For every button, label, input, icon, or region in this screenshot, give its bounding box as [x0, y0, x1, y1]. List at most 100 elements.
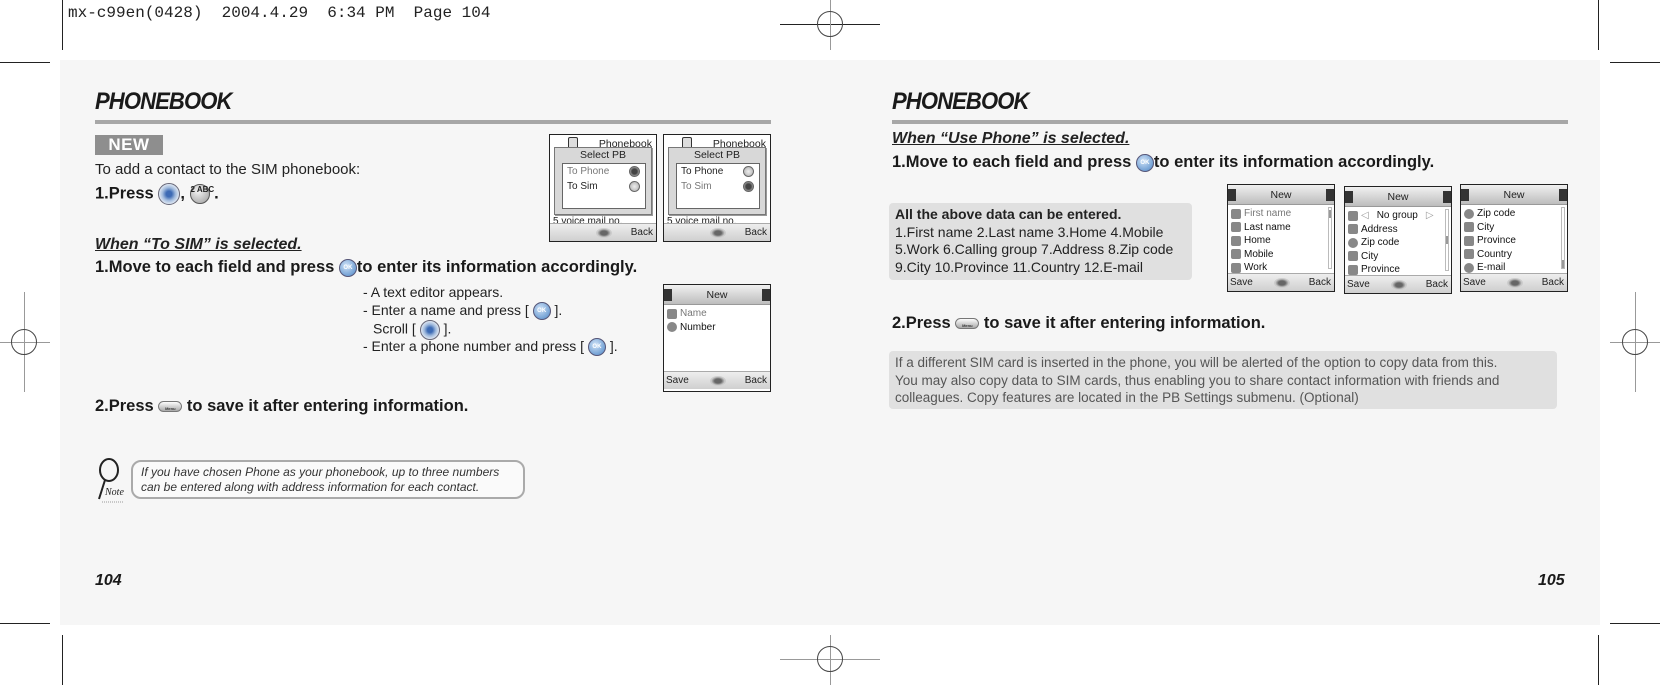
field-home[interactable]: Home [1231, 234, 1332, 248]
page-spread [60, 60, 1600, 625]
nav-icon [710, 228, 726, 238]
new-screen-3: New Zip code City Province Country E-mai… [1460, 184, 1568, 292]
mobile-icon [1231, 249, 1241, 260]
period: . [214, 184, 219, 203]
note-box: If you have chosen Phone as your phonebo… [131, 460, 525, 499]
field-calling-group[interactable]: ◁ No group ▷ [1348, 209, 1449, 223]
nav-icon [596, 228, 612, 238]
info-line: 5.Work 6.Calling group 7.Address 8.Zip c… [895, 241, 1174, 257]
province-icon [1348, 264, 1358, 275]
title-rule [892, 120, 1568, 124]
move-step: 1.Move to each field and press OK to ente… [95, 258, 638, 277]
screen-header: New [1270, 189, 1292, 201]
bullet-enter-number: - Enter a phone number and press [ OK ]. [363, 338, 618, 357]
select-pb-screen-2: Phonebook Select PB To Phone To Sim 5 vo… [663, 134, 771, 242]
select-pb-screen-1: Phonebook Select PB To Phone To Sim 5 vo… [549, 134, 657, 242]
nav-key-icon [158, 183, 181, 205]
option-to-phone[interactable]: To Phone [563, 164, 645, 179]
field-address[interactable]: Address [1348, 223, 1449, 237]
crop-mark [1598, 635, 1599, 685]
scrollbar[interactable] [1561, 207, 1565, 269]
screen-header: New [1503, 189, 1525, 201]
soft-key-back[interactable]: Back [631, 224, 653, 241]
number-field-icon [667, 322, 677, 333]
note-label: Note [105, 487, 124, 498]
zip-icon [1464, 208, 1474, 219]
soft-key-back[interactable]: Back [1542, 274, 1564, 291]
country-icon [1464, 249, 1474, 260]
info-heading: All the above data can be entered. [895, 206, 1122, 222]
scrollbar[interactable] [1328, 207, 1332, 269]
copy-info-line: colleagues. Copy features are located in… [895, 390, 1359, 405]
field-city[interactable]: City [1348, 250, 1449, 264]
crop-mark [1610, 623, 1660, 624]
use-phone-subheading: When “Use Phone” is selected. [892, 130, 1130, 147]
field-zip-code[interactable]: Zip code [1464, 207, 1565, 221]
field-zip-code[interactable]: Zip code [1348, 236, 1449, 250]
bullet-enter-name: - Enter a name and press [ OK ]. [363, 302, 562, 321]
page-number-right: 105 [1538, 572, 1565, 589]
field-number[interactable]: Number [667, 321, 768, 335]
bullet-scroll: Scroll [ ]. [373, 320, 451, 340]
copy-info-line: You may also copy data to SIM cards, thu… [895, 372, 1500, 388]
name-field-icon [1231, 208, 1241, 219]
crop-mark [62, 0, 63, 50]
menu-key-icon: Menu [955, 318, 980, 330]
province-icon [1464, 235, 1474, 246]
field-mobile[interactable]: Mobile [1231, 248, 1332, 262]
field-first-name[interactable]: First name [1231, 207, 1332, 221]
option-to-sim[interactable]: To Sim [563, 179, 645, 194]
soft-key-back[interactable]: Back [1309, 274, 1331, 291]
select-pb-dialog: Select PB To Phone To Sim [554, 147, 652, 215]
note-line: can be entered along with address inform… [141, 480, 480, 494]
work-icon [1231, 262, 1241, 273]
new-screen-1: New First name Last name Home Mobile Wor… [1227, 184, 1335, 292]
new-screen-2: New ◁ No group ▷ Address Zip code City Pro… [1344, 186, 1452, 294]
group-icon [1348, 210, 1358, 221]
field-name[interactable]: Name [667, 307, 768, 321]
soft-key-back[interactable]: Back [745, 372, 767, 390]
option-to-sim[interactable]: To Sim [677, 179, 759, 194]
option-to-phone[interactable]: To Phone [677, 164, 759, 179]
home-icon [1231, 235, 1241, 246]
field-province[interactable]: Province [1464, 234, 1565, 248]
registration-mark-left [0, 292, 50, 392]
nav-icon [1391, 280, 1407, 290]
registration-mark-bottom [780, 635, 880, 685]
radio-selected-icon [629, 166, 640, 177]
name-field-icon [1231, 222, 1241, 233]
field-country[interactable]: Country [1464, 248, 1565, 262]
name-field-icon [667, 308, 677, 319]
radio-unselected-icon [743, 166, 754, 177]
nav-icon [710, 376, 726, 386]
registration-mark-top [780, 0, 880, 50]
new-badge: NEW [95, 135, 163, 155]
scrollbar[interactable] [1445, 209, 1449, 271]
soft-key-back[interactable]: Back [745, 224, 767, 241]
field-last-name[interactable]: Last name [1231, 221, 1332, 235]
right-page-title: PHONEBOOK [892, 88, 1029, 115]
soft-key-save[interactable]: Save [1463, 274, 1486, 291]
field-city[interactable]: City [1464, 221, 1565, 235]
arrow-left-icon: ◁ [1361, 210, 1369, 221]
press-step: 1.Press , 2 ABC . [95, 183, 219, 205]
crop-mark [0, 62, 50, 63]
save-step: 2.Press Menu to save it after entering i… [95, 397, 469, 415]
move-step: 1.Move to each field and press OK to ente… [892, 153, 1435, 172]
new-contact-screen: New Name Number Save Back [663, 284, 771, 392]
info-line: 1.First name 2.Last name 3.Home 4.Mobile [895, 223, 1164, 240]
soft-key-save[interactable]: Save [1230, 274, 1253, 291]
save-step: 2.Press Menu to save it after entering i… [892, 314, 1266, 332]
copy-info-box: If a different SIM card is inserted in t… [889, 351, 1557, 409]
arrow-right-icon: ▷ [1425, 210, 1434, 221]
page-number-left: 104 [95, 572, 122, 589]
title-rule [95, 120, 771, 124]
dialog-title: Select PB [579, 149, 627, 161]
intro-text: To add a contact to the SIM phonebook: [95, 161, 361, 178]
radio-selected-icon [743, 181, 754, 192]
soft-key-back[interactable]: Back [1426, 276, 1448, 293]
note-magnifier-icon: Note [93, 457, 129, 505]
soft-key-save[interactable]: Save [666, 372, 689, 390]
soft-key-save[interactable]: Save [1347, 276, 1370, 293]
note-line: If you have chosen Phone as your phonebo… [141, 465, 500, 479]
